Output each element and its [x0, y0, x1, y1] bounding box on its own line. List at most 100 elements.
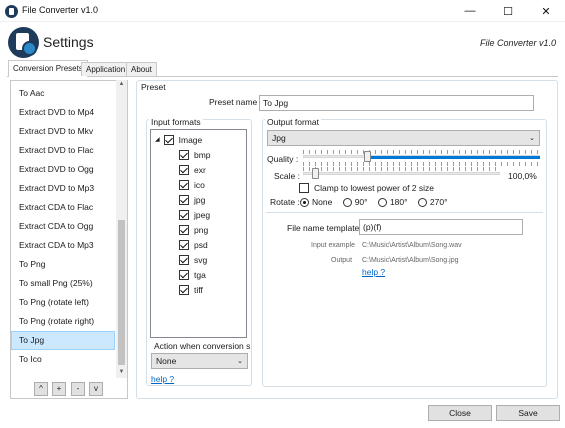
- format-checkbox[interactable]: [179, 269, 189, 280]
- format-row[interactable]: svg: [179, 252, 207, 267]
- radio-icon[interactable]: [342, 198, 352, 208]
- image-checkbox[interactable]: [163, 134, 174, 145]
- action-dropdown[interactable]: None ⌄: [151, 353, 248, 369]
- scale-slider[interactable]: [303, 168, 500, 182]
- list-item[interactable]: To Aac: [11, 84, 115, 103]
- list-item[interactable]: Extract CDA to Mp3: [11, 236, 115, 255]
- output-separator: [266, 212, 543, 213]
- move-up-button[interactable]: ^: [34, 382, 48, 396]
- list-item[interactable]: To Png (rotate right): [11, 312, 115, 331]
- tab-conversion-presets[interactable]: Conversion Presets: [8, 60, 88, 77]
- rotate-option-90[interactable]: 90°: [342, 197, 368, 208]
- template-label: File name template: [287, 223, 360, 233]
- radio-icon[interactable]: [417, 198, 427, 208]
- rotate-option-label: 270°: [429, 197, 448, 207]
- output-example-label: Output: [331, 257, 353, 264]
- format-row[interactable]: png: [179, 222, 208, 237]
- clamp-checkbox[interactable]: [299, 183, 309, 193]
- input-formats-tree[interactable]: ◢ Image bmp exr ico jpg jpeg png psd svg…: [150, 129, 247, 338]
- version-label: File Converter v1.0: [479, 38, 556, 48]
- expand-triangle-icon[interactable]: ◢: [155, 136, 160, 143]
- tab-application[interactable]: Application: [81, 62, 131, 76]
- format-label: psd: [194, 239, 208, 250]
- rotate-option-label: None: [312, 197, 333, 207]
- format-checkbox[interactable]: [179, 284, 189, 295]
- maximize-icon[interactable]: ☐: [489, 0, 527, 22]
- output-help-link[interactable]: help ?: [362, 267, 385, 277]
- template-input[interactable]: (p)(f): [359, 219, 523, 235]
- format-row[interactable]: jpg: [179, 192, 205, 207]
- rotate-options: None 90° 180° 270°: [300, 197, 448, 208]
- format-checkbox[interactable]: [179, 239, 189, 250]
- add-preset-button[interactable]: +: [52, 382, 66, 396]
- quality-thumb[interactable]: [364, 151, 371, 162]
- list-item[interactable]: To Png (rotate left): [11, 293, 115, 312]
- preset-group-label: Preset: [139, 82, 168, 92]
- format-row[interactable]: bmp: [179, 147, 211, 162]
- rotate-option-none[interactable]: None: [300, 197, 333, 208]
- rotate-option-270[interactable]: 270°: [417, 197, 448, 208]
- list-item-selected[interactable]: To Jpg: [11, 331, 115, 350]
- close-icon[interactable]: ✕: [527, 0, 565, 22]
- app-icon: [5, 5, 18, 18]
- clamp-label: Clamp to lowest power of 2 size: [314, 183, 434, 193]
- tree-label: Image: [178, 134, 203, 145]
- scale-thumb[interactable]: [312, 168, 319, 179]
- close-button[interactable]: Close: [428, 405, 492, 421]
- input-example-label: Input example: [311, 242, 355, 249]
- format-row[interactable]: psd: [179, 237, 208, 252]
- action-label: Action when conversion su: [154, 341, 250, 351]
- remove-preset-button[interactable]: -: [71, 382, 85, 396]
- list-item[interactable]: To small Png (25%): [11, 274, 115, 293]
- format-checkbox[interactable]: [179, 209, 189, 220]
- rotate-option-label: 90°: [354, 197, 368, 207]
- format-checkbox[interactable]: [179, 194, 189, 205]
- tree-node-image[interactable]: ◢ Image: [155, 132, 202, 147]
- list-item[interactable]: Extract CDA to Ogg: [11, 217, 115, 236]
- format-checkbox[interactable]: [179, 254, 189, 265]
- format-row[interactable]: tga: [179, 267, 206, 282]
- list-item[interactable]: Extract DVD to Mp4: [11, 103, 115, 122]
- minimize-icon[interactable]: —: [451, 0, 489, 22]
- preset-list[interactable]: To Aac Extract DVD to Mp4 Extract DVD to…: [10, 80, 128, 399]
- format-checkbox[interactable]: [179, 224, 189, 235]
- format-checkbox[interactable]: [179, 164, 189, 175]
- list-item[interactable]: Extract DVD to Ogg: [11, 160, 115, 179]
- move-down-button[interactable]: v: [89, 382, 103, 396]
- output-format-dropdown[interactable]: Jpg ⌄: [267, 130, 540, 146]
- window-title: File Converter v1.0: [22, 5, 99, 15]
- file-converter-logo-icon: [8, 27, 39, 58]
- page-title: Settings: [43, 34, 94, 50]
- clamp-option[interactable]: Clamp to lowest power of 2 size: [299, 183, 434, 193]
- list-item[interactable]: Extract DVD to Mkv: [11, 122, 115, 141]
- radio-icon[interactable]: [377, 198, 387, 208]
- scroll-down-icon[interactable]: ▼: [118, 369, 125, 375]
- format-row[interactable]: exr: [179, 162, 206, 177]
- chevron-down-icon: ⌄: [237, 358, 243, 365]
- action-value: None: [156, 356, 177, 366]
- input-formats-label: Input formats: [149, 117, 203, 127]
- preset-list-scrollbar[interactable]: ▲ ▼: [116, 80, 127, 378]
- rotate-label: Rotate :: [270, 197, 300, 207]
- save-button[interactable]: Save: [496, 405, 560, 421]
- scrollbar-thumb[interactable]: [118, 220, 125, 365]
- tab-about[interactable]: About: [126, 62, 157, 76]
- format-checkbox[interactable]: [179, 149, 189, 160]
- list-item[interactable]: To Ico: [11, 350, 115, 369]
- chevron-down-icon: ⌄: [529, 135, 535, 142]
- format-row[interactable]: tiff: [179, 282, 203, 297]
- list-item[interactable]: Extract DVD to Mp3: [11, 179, 115, 198]
- format-checkbox[interactable]: [179, 179, 189, 190]
- list-item[interactable]: To Png: [11, 255, 115, 274]
- radio-icon[interactable]: [300, 198, 309, 208]
- list-item[interactable]: Extract DVD to Flac: [11, 141, 115, 160]
- format-label: tiff: [194, 284, 203, 295]
- output-format-value: Jpg: [272, 133, 286, 143]
- rotate-option-180[interactable]: 180°: [377, 197, 408, 208]
- preset-name-input[interactable]: To Jpg: [259, 95, 534, 111]
- format-row[interactable]: jpeg: [179, 207, 210, 222]
- input-help-link[interactable]: help ?: [151, 374, 174, 384]
- scroll-up-icon[interactable]: ▲: [118, 81, 125, 87]
- format-row[interactable]: ico: [179, 177, 205, 192]
- list-item[interactable]: Extract CDA to Flac: [11, 198, 115, 217]
